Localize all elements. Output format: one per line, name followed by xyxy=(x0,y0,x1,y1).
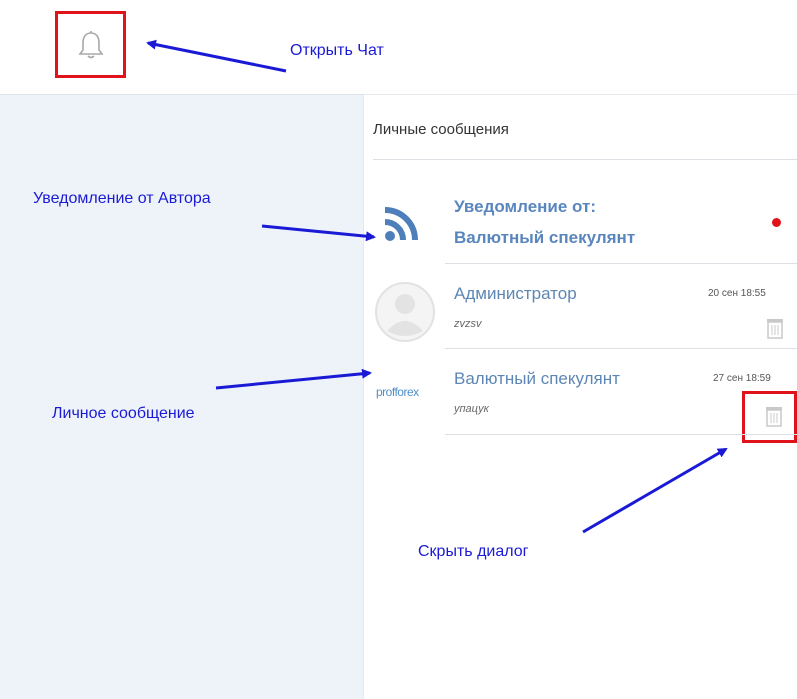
dialog-preview: zvzsv xyxy=(454,318,482,330)
chat-panel-title: Личные сообщения xyxy=(373,121,509,138)
avatar-icon xyxy=(375,282,435,342)
unread-indicator xyxy=(772,218,781,227)
open-chat-button[interactable] xyxy=(55,11,126,78)
divider xyxy=(445,263,797,264)
annotation-hide-dialog: Скрыть диалог xyxy=(418,543,529,560)
left-pane xyxy=(0,94,363,699)
trash-icon[interactable] xyxy=(766,317,784,339)
annotation-open-chat: Открыть Чат xyxy=(290,42,384,59)
chat-panel xyxy=(363,94,797,699)
divider xyxy=(373,159,797,160)
notification-title[interactable]: Уведомление от: xyxy=(454,197,596,217)
annotation-private-message: Личное сообщение xyxy=(52,405,195,422)
bell-icon xyxy=(77,30,104,58)
profforex-logo: profforex xyxy=(376,385,419,399)
trash-icon[interactable] xyxy=(765,405,783,427)
dialog-date: 20 сен 18:55 xyxy=(708,288,766,299)
annotation-author-notification: Уведомление от Автора xyxy=(33,190,211,207)
dialog-name[interactable]: Администратор xyxy=(454,284,577,304)
divider xyxy=(445,348,797,349)
notification-author[interactable]: Валютный спекулянт xyxy=(454,228,635,248)
dialog-name[interactable]: Валютный спекулянт xyxy=(454,369,620,389)
top-bar xyxy=(0,0,797,94)
rss-icon xyxy=(384,207,418,241)
dialog-preview: упацук xyxy=(454,403,489,415)
dialog-date: 27 сен 18:59 xyxy=(713,373,771,384)
divider xyxy=(445,434,797,435)
